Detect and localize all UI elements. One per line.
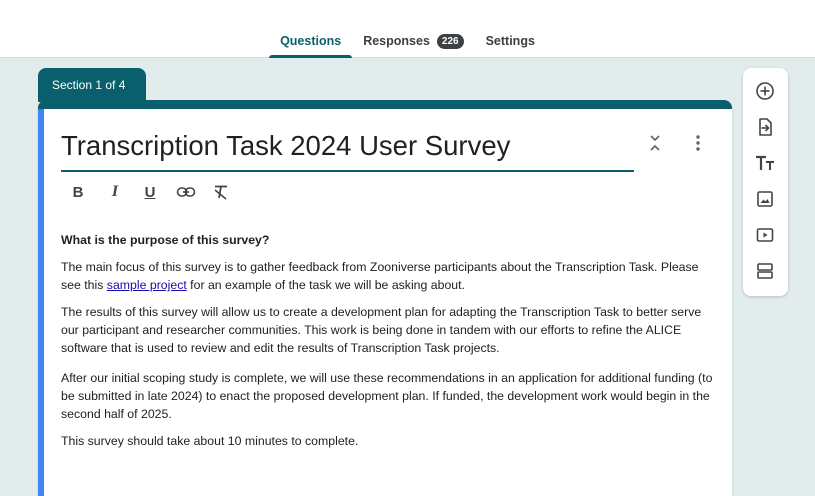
description-paragraph-1: The main focus of this survey is to gath… — [61, 258, 721, 294]
add-section-icon[interactable] — [754, 260, 776, 282]
bold-button[interactable]: B — [66, 181, 90, 203]
add-video-icon[interactable] — [754, 224, 776, 246]
form-title-field[interactable]: Transcription Task 2024 User Survey — [61, 128, 634, 172]
import-questions-icon[interactable] — [754, 116, 776, 138]
add-image-icon[interactable] — [754, 188, 776, 210]
responses-count-badge: 226 — [436, 34, 464, 49]
collapse-icon[interactable] — [645, 132, 665, 154]
description-paragraph-2: The results of this survey will allow us… — [61, 305, 702, 355]
clear-formatting-icon[interactable] — [209, 181, 233, 203]
description-paragraph-4: This survey should take about 10 minutes… — [61, 434, 359, 448]
p1-text-after: for an example of the task we will be as… — [186, 278, 465, 292]
description-paragraph-3: After our initial scoping study is compl… — [61, 371, 713, 421]
tab-settings[interactable]: Settings — [475, 34, 546, 58]
italic-button[interactable]: I — [103, 181, 127, 203]
tab-responses[interactable]: Responses 226 — [352, 34, 474, 58]
description-heading: What is the purpose of this survey? — [61, 233, 270, 247]
add-question-icon[interactable] — [754, 80, 776, 102]
section-label: Section 1 of 4 — [38, 68, 146, 102]
tab-questions[interactable]: Questions — [269, 34, 353, 58]
side-toolbar — [743, 68, 788, 296]
focus-indicator — [38, 109, 44, 496]
more-options-icon[interactable] — [688, 132, 708, 154]
tab-settings-label: Settings — [485, 34, 535, 48]
tab-questions-label: Questions — [280, 34, 342, 48]
top-bar: Questions Responses 226 Settings — [0, 0, 815, 58]
form-title: Transcription Task 2024 User Survey — [61, 130, 511, 161]
form-description[interactable]: What is the purpose of this survey? The … — [61, 231, 721, 459]
add-title-icon[interactable] — [754, 152, 776, 174]
underline-button[interactable]: U — [138, 181, 162, 203]
link-icon[interactable] — [174, 181, 198, 203]
tab-responses-label: Responses — [363, 34, 430, 48]
sample-project-link[interactable]: sample project — [107, 278, 187, 292]
form-tabs: Questions Responses 226 Settings — [0, 34, 815, 58]
